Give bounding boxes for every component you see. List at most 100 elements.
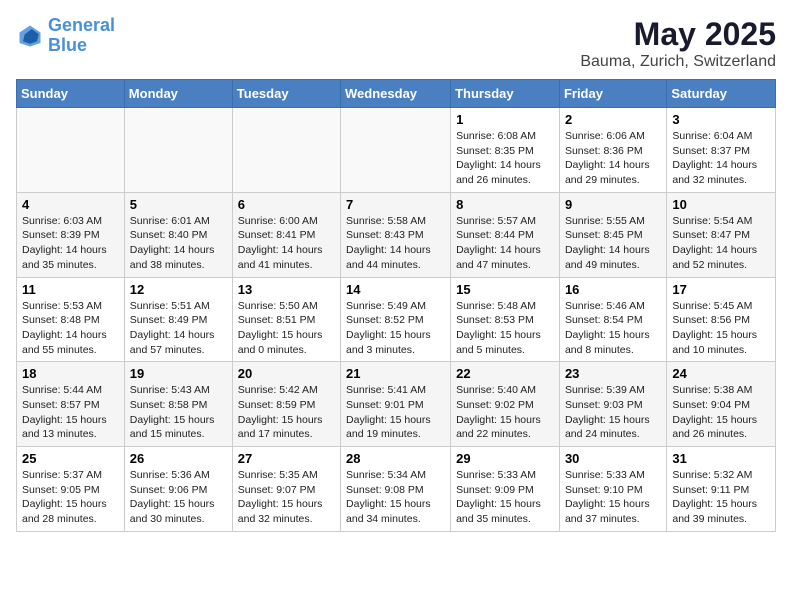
logo-line1: General [48,15,115,35]
calendar-cell [124,108,232,193]
calendar-cell: 14 Sunrise: 5:49 AM Sunset: 8:52 PM Dayli… [341,277,451,362]
calendar-cell: 30 Sunrise: 5:33 AM Sunset: 9:10 PM Dayli… [559,447,666,532]
day-number: 30 [565,451,661,466]
day-info: Sunrise: 5:41 AM Sunset: 9:01 PM Dayligh… [346,383,445,442]
day-number: 13 [238,282,335,297]
day-info: Sunrise: 5:46 AM Sunset: 8:54 PM Dayligh… [565,299,661,358]
header-monday: Monday [124,80,232,108]
header-saturday: Saturday [667,80,776,108]
day-info: Sunrise: 5:32 AM Sunset: 9:11 PM Dayligh… [672,468,770,527]
calendar-cell: 4 Sunrise: 6:03 AM Sunset: 8:39 PM Daylig… [17,192,125,277]
day-number: 31 [672,451,770,466]
calendar-cell: 25 Sunrise: 5:37 AM Sunset: 9:05 PM Dayli… [17,447,125,532]
day-number: 15 [456,282,554,297]
day-number: 20 [238,366,335,381]
logo-text: General Blue [48,16,115,56]
calendar-cell: 20 Sunrise: 5:42 AM Sunset: 8:59 PM Dayli… [232,362,340,447]
day-number: 24 [672,366,770,381]
calendar-cell: 16 Sunrise: 5:46 AM Sunset: 8:54 PM Dayli… [559,277,666,362]
day-number: 25 [22,451,119,466]
header-sunday: Sunday [17,80,125,108]
calendar-cell: 3 Sunrise: 6:04 AM Sunset: 8:37 PM Daylig… [667,108,776,193]
calendar-cell: 1 Sunrise: 6:08 AM Sunset: 8:35 PM Daylig… [451,108,560,193]
day-info: Sunrise: 6:04 AM Sunset: 8:37 PM Dayligh… [672,129,770,188]
week-row-2: 4 Sunrise: 6:03 AM Sunset: 8:39 PM Daylig… [17,192,776,277]
day-info: Sunrise: 5:58 AM Sunset: 8:43 PM Dayligh… [346,214,445,273]
day-number: 19 [130,366,227,381]
day-info: Sunrise: 5:33 AM Sunset: 9:09 PM Dayligh… [456,468,554,527]
calendar-cell: 8 Sunrise: 5:57 AM Sunset: 8:44 PM Daylig… [451,192,560,277]
calendar-cell: 10 Sunrise: 5:54 AM Sunset: 8:47 PM Dayli… [667,192,776,277]
calendar-cell: 18 Sunrise: 5:44 AM Sunset: 8:57 PM Dayli… [17,362,125,447]
header-wednesday: Wednesday [341,80,451,108]
day-number: 7 [346,197,445,212]
week-row-5: 25 Sunrise: 5:37 AM Sunset: 9:05 PM Dayli… [17,447,776,532]
calendar-cell: 9 Sunrise: 5:55 AM Sunset: 8:45 PM Daylig… [559,192,666,277]
day-number: 8 [456,197,554,212]
day-info: Sunrise: 5:49 AM Sunset: 8:52 PM Dayligh… [346,299,445,358]
calendar-cell: 27Sunrise: 5:35 AM Sunset: 9:07 PM Dayli… [232,447,340,532]
calendar-cell: 12Sunrise: 5:51 AM Sunset: 8:49 PM Dayli… [124,277,232,362]
calendar-cell: 22 Sunrise: 5:40 AM Sunset: 9:02 PM Dayli… [451,362,560,447]
calendar-cell: 21 Sunrise: 5:41 AM Sunset: 9:01 PM Dayli… [341,362,451,447]
day-info: Sunrise: 6:03 AM Sunset: 8:39 PM Dayligh… [22,214,119,273]
day-number: 14 [346,282,445,297]
calendar-cell: 11Sunrise: 5:53 AM Sunset: 8:48 PM Dayli… [17,277,125,362]
day-info: Sunrise: 5:55 AM Sunset: 8:45 PM Dayligh… [565,214,661,273]
day-number: 28 [346,451,445,466]
day-info: Sunrise: 5:54 AM Sunset: 8:47 PM Dayligh… [672,214,770,273]
page-title: May 2025 [580,16,776,53]
calendar-table: SundayMondayTuesdayWednesdayThursdayFrid… [16,79,776,532]
day-number: 1 [456,112,554,127]
header-tuesday: Tuesday [232,80,340,108]
calendar-cell: 26 Sunrise: 5:36 AM Sunset: 9:06 PM Dayli… [124,447,232,532]
title-block: May 2025 Bauma, Zurich, Switzerland [580,16,776,71]
calendar-cell: 2Sunrise: 6:06 AM Sunset: 8:36 PM Daylig… [559,108,666,193]
header-friday: Friday [559,80,666,108]
logo-line2: Blue [48,35,87,55]
day-info: Sunrise: 5:48 AM Sunset: 8:53 PM Dayligh… [456,299,554,358]
day-info: Sunrise: 5:43 AM Sunset: 8:58 PM Dayligh… [130,383,227,442]
week-row-3: 11Sunrise: 5:53 AM Sunset: 8:48 PM Dayli… [17,277,776,362]
day-info: Sunrise: 5:33 AM Sunset: 9:10 PM Dayligh… [565,468,661,527]
day-number: 4 [22,197,119,212]
day-number: 3 [672,112,770,127]
day-info: Sunrise: 5:36 AM Sunset: 9:06 PM Dayligh… [130,468,227,527]
calendar-cell: 5Sunrise: 6:01 AM Sunset: 8:40 PM Daylig… [124,192,232,277]
day-info: Sunrise: 5:37 AM Sunset: 9:05 PM Dayligh… [22,468,119,527]
day-info: Sunrise: 5:51 AM Sunset: 8:49 PM Dayligh… [130,299,227,358]
page-header: General Blue May 2025 Bauma, Zurich, Swi… [16,16,776,71]
day-info: Sunrise: 5:34 AM Sunset: 9:08 PM Dayligh… [346,468,445,527]
day-number: 18 [22,366,119,381]
day-number: 22 [456,366,554,381]
calendar-cell [232,108,340,193]
day-info: Sunrise: 5:42 AM Sunset: 8:59 PM Dayligh… [238,383,335,442]
logo-icon [16,22,44,50]
day-number: 17 [672,282,770,297]
day-number: 10 [672,197,770,212]
week-row-1: 1 Sunrise: 6:08 AM Sunset: 8:35 PM Daylig… [17,108,776,193]
calendar-cell [341,108,451,193]
calendar-cell: 31 Sunrise: 5:32 AM Sunset: 9:11 PM Dayli… [667,447,776,532]
day-number: 29 [456,451,554,466]
day-info: Sunrise: 6:08 AM Sunset: 8:35 PM Dayligh… [456,129,554,188]
day-number: 2 [565,112,661,127]
day-info: Sunrise: 5:35 AM Sunset: 9:07 PM Dayligh… [238,468,335,527]
calendar-header-row: SundayMondayTuesdayWednesdayThursdayFrid… [17,80,776,108]
calendar-cell: 23Sunrise: 5:39 AM Sunset: 9:03 PM Dayli… [559,362,666,447]
day-number: 21 [346,366,445,381]
logo: General Blue [16,16,115,56]
day-number: 9 [565,197,661,212]
day-info: Sunrise: 5:45 AM Sunset: 8:56 PM Dayligh… [672,299,770,358]
day-info: Sunrise: 5:44 AM Sunset: 8:57 PM Dayligh… [22,383,119,442]
day-info: Sunrise: 5:53 AM Sunset: 8:48 PM Dayligh… [22,299,119,358]
day-number: 16 [565,282,661,297]
header-thursday: Thursday [451,80,560,108]
day-info: Sunrise: 5:57 AM Sunset: 8:44 PM Dayligh… [456,214,554,273]
day-info: Sunrise: 5:40 AM Sunset: 9:02 PM Dayligh… [456,383,554,442]
calendar-cell: 15 Sunrise: 5:48 AM Sunset: 8:53 PM Dayli… [451,277,560,362]
day-number: 23 [565,366,661,381]
day-number: 6 [238,197,335,212]
day-number: 26 [130,451,227,466]
calendar-cell: 17 Sunrise: 5:45 AM Sunset: 8:56 PM Dayli… [667,277,776,362]
